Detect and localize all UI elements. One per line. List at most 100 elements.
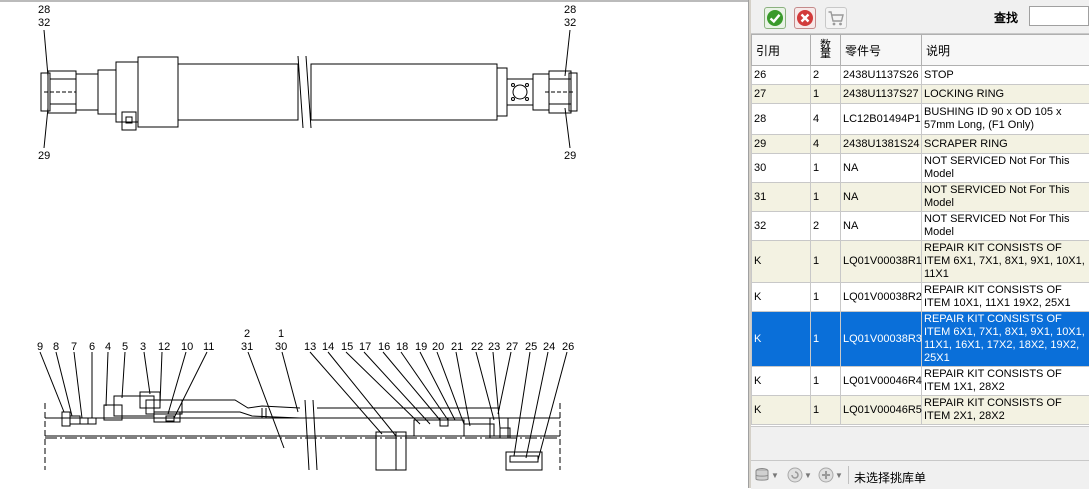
add-circle-icon [818, 467, 834, 483]
callout-label: 31 [241, 341, 253, 353]
callout-label: 11 [203, 341, 214, 353]
column-header-part[interactable]: 零件号 [841, 35, 922, 66]
cell-ref: K [752, 396, 811, 425]
cell-qty: 1 [811, 85, 841, 104]
cell-ref: K [752, 312, 811, 367]
callout-label: 1 [278, 328, 284, 340]
callout-label: 9 [37, 341, 43, 353]
cell-qty: 4 [811, 135, 841, 154]
add-button[interactable]: ▼ [818, 467, 843, 483]
callout-label: 20 [432, 341, 444, 353]
cell-desc: SCRAPER RING [922, 135, 1089, 154]
column-header-desc[interactable]: 说明 [922, 35, 1089, 66]
table-row[interactable]: K1LQ01V00038R2REPAIR KIT CONSISTS OF ITE… [752, 283, 1089, 312]
cell-qty: 1 [811, 367, 841, 396]
callout-label: 29 [38, 150, 50, 162]
column-header-qty[interactable]: 数量 [811, 35, 841, 66]
cell-part: LQ01V00038R3 [841, 312, 922, 367]
callout-label: 22 [471, 341, 483, 353]
cell-part: NA [841, 183, 922, 212]
cell-desc: REPAIR KIT CONSISTS OF ITEM 6X1, 7X1, 8X… [922, 312, 1089, 367]
status-separator [848, 466, 849, 484]
cancel-button[interactable] [794, 7, 816, 29]
shopping-cart-icon [827, 9, 845, 27]
callout-label: 14 [322, 341, 334, 353]
parts-drawing[interactable]: 28 32 29 28 32 29 2 1 31 30 987645312101… [0, 0, 748, 488]
callout-label: 17 [359, 341, 371, 353]
cell-desc: REPAIR KIT CONSISTS OF ITEM 6X1, 7X1, 8X… [922, 241, 1089, 283]
cell-desc: BUSHING ID 90 x OD 105 x 57mm Long, (F1 … [922, 104, 1089, 135]
callout-label: 32 [38, 17, 50, 29]
table-row[interactable]: K1LQ01V00038R1REPAIR KIT CONSISTS OF ITE… [752, 241, 1089, 283]
database-stack-icon [754, 467, 770, 483]
callout-label: 19 [415, 341, 427, 353]
callout-label: 8 [53, 341, 59, 353]
cell-ref: 31 [752, 183, 811, 212]
cell-ref: 32 [752, 212, 811, 241]
callout-label: 3 [140, 341, 146, 353]
cell-ref: 28 [752, 104, 811, 135]
cell-ref: K [752, 367, 811, 396]
cell-qty: 1 [811, 154, 841, 183]
cylinder-diagram: 28 32 29 28 32 29 2 1 31 30 987645312101… [0, 0, 748, 488]
callout-label: 25 [525, 341, 537, 353]
cell-ref: 26 [752, 66, 811, 85]
table-row[interactable]: 284LC12B01494P1BUSHING ID 90 x OD 105 x … [752, 104, 1089, 135]
search-input[interactable] [1029, 6, 1089, 26]
table-row[interactable]: K1LQ01V00046R4REPAIR KIT CONSISTS OF ITE… [752, 367, 1089, 396]
callout-label: 28 [38, 4, 50, 16]
parts-table: 引用 数量 零件号 说明 2622438U1137S26STOP2712438U… [751, 34, 1089, 425]
dropdown-caret-icon: ▼ [835, 471, 843, 480]
table-row[interactable]: K1LQ01V00046R5REPAIR KIT CONSISTS OF ITE… [752, 396, 1089, 425]
cell-desc: NOT SERVICED Not For This Model [922, 183, 1089, 212]
parts-panel: 查找 引用 数量 零件号 说明 2622438U1137S26STOP27124… [751, 0, 1089, 488]
callout-label: 4 [105, 341, 111, 353]
cell-part: 2438U1137S26 [841, 66, 922, 85]
cell-qty: 2 [811, 212, 841, 241]
cell-qty: 1 [811, 183, 841, 212]
table-row[interactable]: 322NANOT SERVICED Not For This Model [752, 212, 1089, 241]
table-row[interactable]: 2942438U1381S24SCRAPER RING [752, 135, 1089, 154]
add-to-cart-button[interactable] [825, 7, 847, 29]
callout-label: 7 [71, 341, 77, 353]
cell-desc: REPAIR KIT CONSISTS OF ITEM 1X1, 28X2 [922, 367, 1089, 396]
confirm-button[interactable] [764, 7, 786, 29]
cell-part: LQ01V00038R1 [841, 241, 922, 283]
table-row[interactable]: 2622438U1137S26STOP [752, 66, 1089, 85]
callout-label: 30 [275, 341, 287, 353]
cell-qty: 1 [811, 396, 841, 425]
cell-qty: 1 [811, 283, 841, 312]
callout-label: 21 [451, 341, 463, 353]
cell-ref: K [752, 241, 811, 283]
cell-desc: NOT SERVICED Not For This Model [922, 212, 1089, 241]
callout-label: 10 [181, 341, 193, 353]
refresh-circle-icon [787, 467, 803, 483]
callout-label: 16 [378, 341, 390, 353]
cell-part: LC12B01494P1 [841, 104, 922, 135]
refresh-button[interactable]: ▼ [787, 467, 812, 483]
callout-label: 5 [122, 341, 128, 353]
cell-desc: REPAIR KIT CONSISTS OF ITEM 10X1, 11X1 1… [922, 283, 1089, 312]
grid-footer [751, 426, 1089, 441]
column-header-ref[interactable]: 引用 [752, 35, 811, 66]
dropdown-caret-icon: ▼ [804, 471, 812, 480]
cell-ref: 29 [752, 135, 811, 154]
search-label: 查找 [994, 9, 1018, 26]
callout-label: 27 [506, 341, 518, 353]
table-row[interactable]: 311NANOT SERVICED Not For This Model [752, 183, 1089, 212]
cell-qty: 4 [811, 104, 841, 135]
cell-part: LQ01V00038R2 [841, 283, 922, 312]
callout-label: 29 [564, 150, 576, 162]
cell-qty: 1 [811, 241, 841, 283]
table-row[interactable]: 2712438U1137S27LOCKING RING [752, 85, 1089, 104]
cell-ref: K [752, 283, 811, 312]
database-button[interactable]: ▼ [754, 467, 779, 483]
callout-label: 28 [564, 4, 576, 16]
table-row[interactable]: 301NANOT SERVICED Not For This Model [752, 154, 1089, 183]
cell-part: 2438U1137S27 [841, 85, 922, 104]
cell-part: NA [841, 154, 922, 183]
cell-ref: 30 [752, 154, 811, 183]
table-row[interactable]: K1LQ01V00038R3REPAIR KIT CONSISTS OF ITE… [752, 312, 1089, 367]
callout-label: 15 [341, 341, 353, 353]
callout-label: 2 [244, 328, 250, 340]
